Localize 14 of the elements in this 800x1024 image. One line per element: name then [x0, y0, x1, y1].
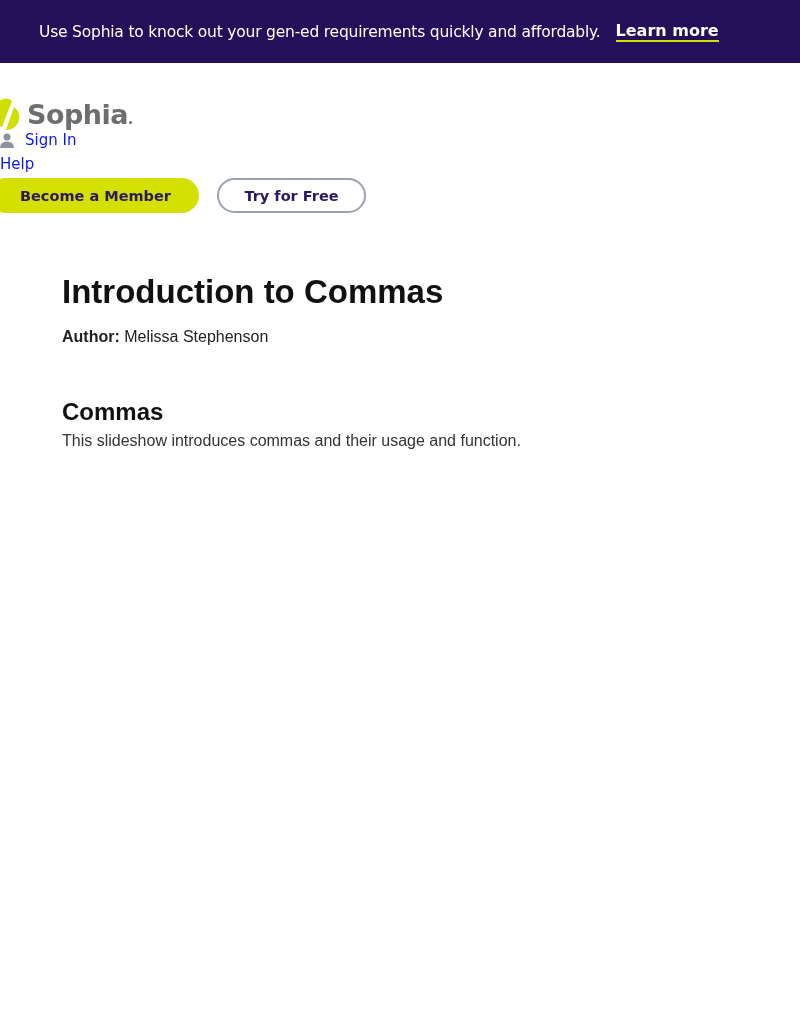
user-icon — [0, 132, 14, 148]
sign-in-link[interactable]: Sign In — [25, 131, 77, 149]
logo-wordmark[interactable]: Sophia — [27, 99, 129, 131]
become-member-button[interactable]: Become a Member — [0, 178, 199, 213]
section-description: This slideshow introduces commas and their usage and function. — [62, 432, 522, 450]
section-title: Commas — [62, 398, 165, 426]
logo-dot-icon — [129, 121, 133, 124]
logo-icon[interactable] — [0, 97, 20, 131]
help-link[interactable]: Help — [0, 155, 35, 173]
learn-more-link[interactable]: Learn more — [615, 21, 719, 42]
article-title: Introduction to Commas — [62, 273, 445, 311]
try-free-button[interactable]: Try for Free — [217, 178, 366, 213]
author-line: Author: Melissa Stephenson — [62, 328, 270, 346]
promo-message: Use Sophia to knock out your gen-ed requirements quickly and affordably. — [39, 22, 601, 41]
